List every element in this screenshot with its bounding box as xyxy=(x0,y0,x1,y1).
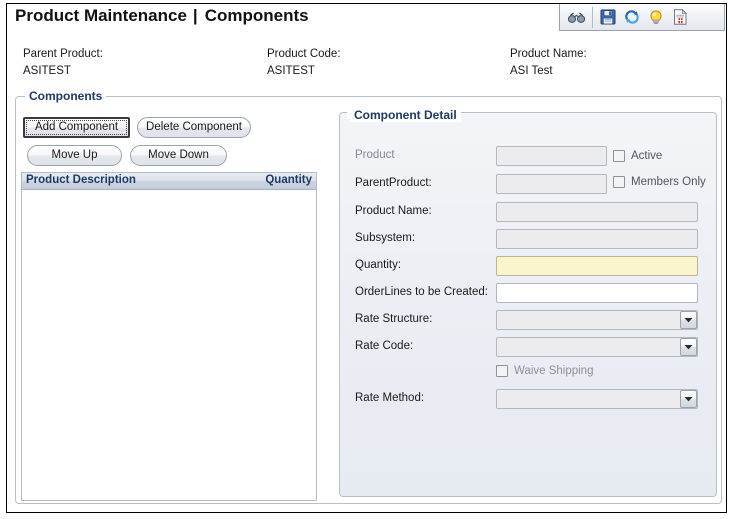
parent-product-value: ASITEST xyxy=(23,65,71,77)
rate-code-input[interactable] xyxy=(496,337,698,357)
rate-code-label: Rate Code: xyxy=(355,340,414,352)
report-icon[interactable] xyxy=(668,6,692,28)
field-row-orderlines: OrderLines to be Created: xyxy=(339,283,717,305)
move-up-label: Move Up xyxy=(51,149,98,161)
move-down-button[interactable]: Move Down xyxy=(130,145,227,166)
subsystem-label: Subsystem: xyxy=(355,232,416,244)
delete-component-label: Delete Component xyxy=(146,121,242,133)
checkbox-box xyxy=(613,176,625,188)
header-parent-product: Parent Product: ASITEST xyxy=(23,48,103,77)
components-grid[interactable]: Product Description Quantity xyxy=(21,172,317,501)
grid-header-row: Product Description Quantity xyxy=(22,173,316,190)
rate-method-input[interactable] xyxy=(496,389,698,409)
parent-product-detail-label: ParentProduct: xyxy=(355,177,432,189)
rate-structure-combo[interactable] xyxy=(496,310,698,330)
field-row-product-name: Product Name: xyxy=(339,202,717,224)
column-header-product-description[interactable]: Product Description xyxy=(26,174,136,186)
active-checkbox[interactable]: Active xyxy=(613,150,662,162)
rate-structure-label: Rate Structure: xyxy=(355,313,433,325)
page-title-sub: Components xyxy=(204,6,309,25)
refresh-icon[interactable] xyxy=(620,6,644,28)
parent-product-label: Parent Product: xyxy=(23,48,103,60)
field-row-rate-structure: Rate Structure: xyxy=(339,310,717,332)
move-down-label: Move Down xyxy=(148,149,209,161)
chevron-down-icon[interactable] xyxy=(680,311,697,329)
field-row-rate-code: Rate Code: xyxy=(339,337,717,359)
rate-code-combo[interactable] xyxy=(496,337,698,357)
product-name-input[interactable] xyxy=(496,202,698,222)
product-label: Product xyxy=(355,149,395,161)
product-input[interactable] xyxy=(496,146,607,166)
chevron-down-icon[interactable] xyxy=(680,338,697,356)
save-icon[interactable] xyxy=(596,6,620,28)
subsystem-input[interactable] xyxy=(496,229,698,249)
toolbar xyxy=(559,4,725,31)
waive-shipping-checkbox[interactable]: Waive Shipping xyxy=(496,365,593,377)
toolbar-divider xyxy=(592,6,593,28)
rate-method-combo[interactable] xyxy=(496,389,698,409)
chevron-down-icon[interactable] xyxy=(680,390,697,408)
component-detail-legend: Component Detail xyxy=(350,108,461,122)
checkbox-box xyxy=(496,365,508,377)
components-legend: Components xyxy=(25,89,107,103)
page-title: Product Maintenance | Components xyxy=(15,6,309,26)
checkbox-box xyxy=(613,150,625,162)
add-component-label: Add Component xyxy=(34,121,119,133)
field-row-rate-method: Rate Method: xyxy=(339,389,717,411)
product-name-detail-label: Product Name: xyxy=(355,205,432,217)
field-row-subsystem: Subsystem: xyxy=(339,229,717,251)
delete-component-button[interactable]: Delete Component xyxy=(137,117,251,138)
product-code-value: ASITEST xyxy=(267,65,315,77)
application-window: Product Maintenance | Components Parent … xyxy=(6,3,727,513)
page-title-main: Product Maintenance xyxy=(15,6,187,25)
move-up-button[interactable]: Move Up xyxy=(27,145,122,166)
members-only-checkbox-label: Members Only xyxy=(631,176,706,188)
page-title-separator: | xyxy=(192,6,198,25)
field-row-quantity: Quantity: xyxy=(339,256,717,278)
header-product-code: Product Code: ASITEST xyxy=(267,48,341,77)
rate-method-label: Rate Method: xyxy=(355,392,425,404)
rate-structure-input[interactable] xyxy=(496,310,698,330)
quantity-input[interactable] xyxy=(496,256,698,276)
members-only-checkbox[interactable]: Members Only xyxy=(613,176,706,188)
product-name-value: ASI Test xyxy=(510,65,553,77)
header-product-name: Product Name: ASI Test xyxy=(510,48,587,77)
orderlines-input[interactable] xyxy=(496,283,698,303)
quantity-label: Quantity: xyxy=(355,259,402,271)
add-component-button[interactable]: Add Component xyxy=(23,117,130,138)
product-name-label: Product Name: xyxy=(510,48,587,60)
record-header: Parent Product: ASITEST Product Code: AS… xyxy=(7,48,726,86)
binoculars-icon[interactable] xyxy=(564,6,588,28)
column-header-quantity[interactable]: Quantity xyxy=(265,174,312,186)
grid-body[interactable] xyxy=(22,190,316,500)
parent-product-input[interactable] xyxy=(496,174,607,194)
orderlines-label: OrderLines to be Created: xyxy=(355,286,488,298)
waive-shipping-checkbox-label: Waive Shipping xyxy=(514,365,594,377)
product-code-label: Product Code: xyxy=(267,48,341,60)
active-checkbox-label: Active xyxy=(631,150,663,162)
title-bar: Product Maintenance | Components xyxy=(7,4,726,31)
lightbulb-icon[interactable] xyxy=(644,6,668,28)
